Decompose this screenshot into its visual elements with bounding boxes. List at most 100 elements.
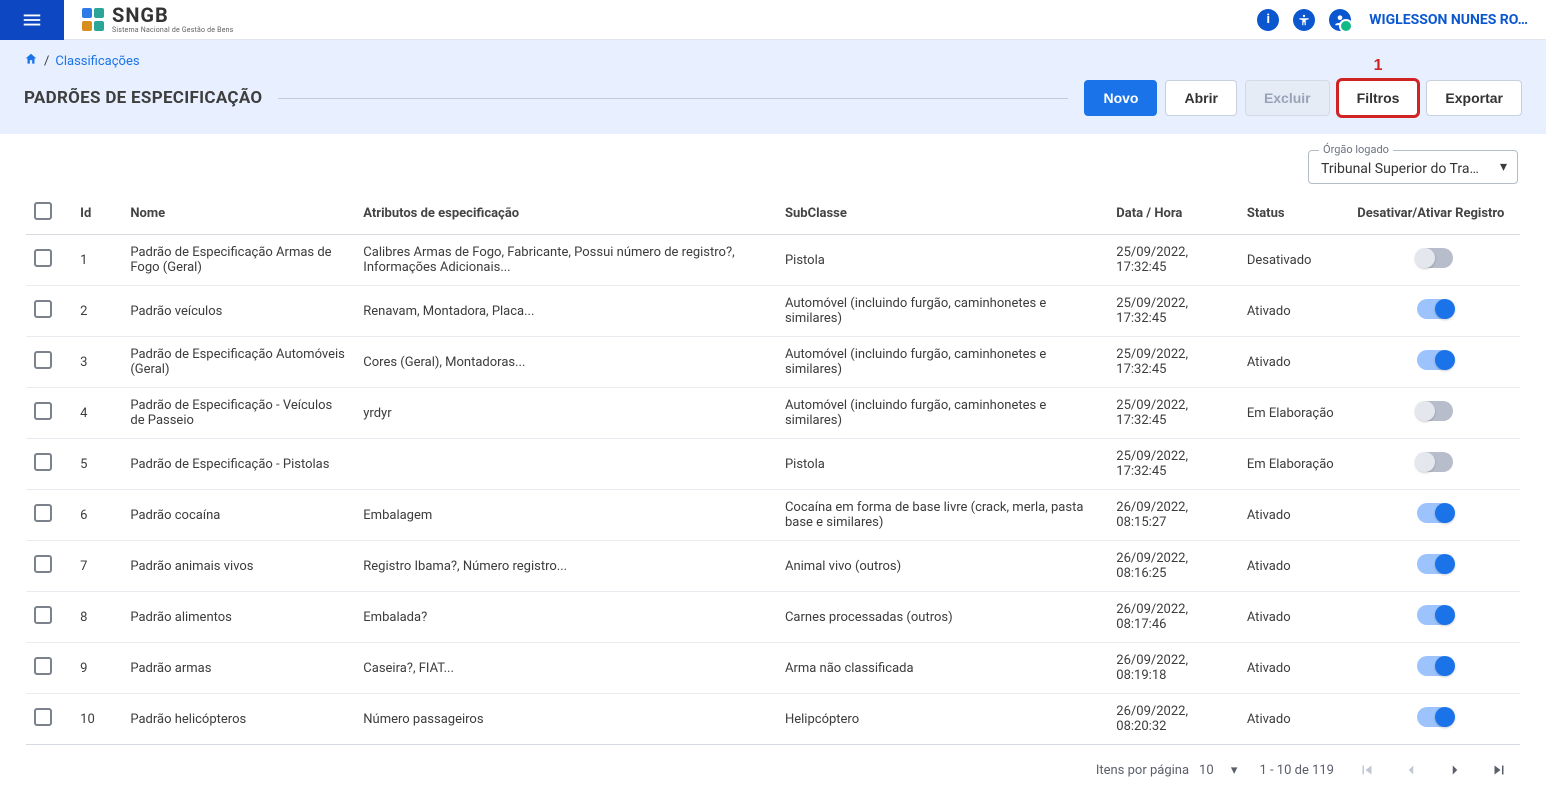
row-checkbox[interactable] <box>34 351 52 369</box>
cell-id: 7 <box>72 541 122 592</box>
per-page-select[interactable]: 10 ▾ <box>1199 763 1237 778</box>
col-id[interactable]: Id <box>72 192 122 235</box>
cell-id: 5 <box>72 439 122 490</box>
pager: Itens por página 10 ▾ 1 - 10 de 119 <box>0 745 1546 795</box>
cell-data: 25/09/2022, 17:32:45 <box>1108 439 1239 490</box>
cell-status: Desativado <box>1239 235 1349 286</box>
row-checkbox[interactable] <box>34 708 52 726</box>
toggle-switch[interactable] <box>1417 248 1453 268</box>
cell-status: Em Elaboração <box>1239 439 1349 490</box>
table-row[interactable]: 2Padrão veículosRenavam, Montadora, Plac… <box>26 286 1520 337</box>
breadcrumb-home[interactable] <box>24 52 38 70</box>
row-checkbox[interactable] <box>34 300 52 318</box>
table-row[interactable]: 8Padrão alimentosEmbalada?Carnes process… <box>26 592 1520 643</box>
row-checkbox[interactable] <box>34 402 52 420</box>
cell-id: 10 <box>72 694 122 745</box>
row-checkbox[interactable] <box>34 249 52 267</box>
cell-nome: Padrão de Especificação - Pistolas <box>122 439 355 490</box>
cell-subclasse: Automóvel (incluindo furgão, caminhonete… <box>777 337 1108 388</box>
toggle-switch[interactable] <box>1417 401 1453 421</box>
cell-id: 9 <box>72 643 122 694</box>
toolbar-band: / Classificações PADRÕES DE ESPECIFICAÇÃ… <box>0 40 1546 134</box>
exportar-button[interactable]: Exportar <box>1426 80 1522 116</box>
filtros-label: Filtros <box>1357 90 1400 106</box>
cell-subclasse: Helipcóptero <box>777 694 1108 745</box>
table-row[interactable]: 1Padrão de Especificação Armas de Fogo (… <box>26 235 1520 286</box>
chevron-down-icon: ▾ <box>1500 159 1507 175</box>
username[interactable]: WIGLESSON NUNES RO… <box>1369 12 1528 28</box>
accessibility-icon[interactable] <box>1293 9 1315 31</box>
cell-data: 26/09/2022, 08:16:25 <box>1108 541 1239 592</box>
hamburger-icon <box>21 9 43 31</box>
abrir-button[interactable]: Abrir <box>1165 80 1236 116</box>
toggle-switch[interactable] <box>1417 656 1453 676</box>
table-row[interactable]: 4Padrão de Especificação - Veículos de P… <box>26 388 1520 439</box>
breadcrumb: / Classificações <box>24 52 1522 70</box>
cell-atributos <box>355 439 777 490</box>
col-data[interactable]: Data / Hora <box>1108 192 1239 235</box>
novo-button[interactable]: Novo <box>1084 80 1157 116</box>
select-all-checkbox[interactable] <box>34 202 52 220</box>
table-row[interactable]: 5Padrão de Especificação - PistolasPisto… <box>26 439 1520 490</box>
table-row[interactable]: 10Padrão helicópterosNúmero passageirosH… <box>26 694 1520 745</box>
cell-id: 6 <box>72 490 122 541</box>
menu-button[interactable] <box>0 0 64 40</box>
next-page-button[interactable] <box>1444 759 1466 781</box>
cell-atributos: yrdyr <box>355 388 777 439</box>
cell-status: Ativado <box>1239 541 1349 592</box>
user-avatar-icon[interactable] <box>1329 9 1351 31</box>
toggle-switch[interactable] <box>1417 299 1453 319</box>
toggle-switch[interactable] <box>1417 605 1453 625</box>
table-row[interactable]: 9Padrão armasCaseira?, FIAT...Arma não c… <box>26 643 1520 694</box>
cell-id: 1 <box>72 235 122 286</box>
orgao-label: Órgão logado <box>1319 143 1393 156</box>
col-atributos[interactable]: Atributos de especificação <box>355 192 777 235</box>
cell-data: 26/09/2022, 08:20:32 <box>1108 694 1239 745</box>
toggle-switch[interactable] <box>1417 707 1453 727</box>
col-subclasse[interactable]: SubClasse <box>777 192 1108 235</box>
cell-data: 25/09/2022, 17:32:45 <box>1108 235 1239 286</box>
info-icon[interactable]: i <box>1257 9 1279 31</box>
cell-nome: Padrão de Especificação Armas de Fogo (G… <box>122 235 355 286</box>
table-row[interactable]: 3Padrão de Especificação Automóveis (Ger… <box>26 337 1520 388</box>
brand: SNGB Sistema Nacional de Gestão de Bens <box>82 5 234 34</box>
col-status[interactable]: Status <box>1239 192 1349 235</box>
chevron-down-icon: ▾ <box>1231 763 1238 778</box>
person-icon <box>1297 13 1311 27</box>
table-row[interactable]: 6Padrão cocaínaEmbalagemCocaína em forma… <box>26 490 1520 541</box>
row-checkbox[interactable] <box>34 504 52 522</box>
cell-nome: Padrão animais vivos <box>122 541 355 592</box>
breadcrumb-classificacoes[interactable]: Classificações <box>55 54 139 69</box>
last-page-button[interactable] <box>1488 759 1510 781</box>
toggle-switch[interactable] <box>1417 554 1453 574</box>
cell-nome: Padrão de Especificação Automóveis (Gera… <box>122 337 355 388</box>
cell-status: Em Elaboração <box>1239 388 1349 439</box>
toggle-switch[interactable] <box>1417 503 1453 523</box>
prev-page-button <box>1400 759 1422 781</box>
toggle-switch[interactable] <box>1417 350 1453 370</box>
orgao-select[interactable]: Órgão logado Tribunal Superior do Tra… ▾ <box>1308 150 1518 184</box>
cell-status: Ativado <box>1239 643 1349 694</box>
brand-subtitle: Sistema Nacional de Gestão de Bens <box>112 27 234 34</box>
row-checkbox[interactable] <box>34 606 52 624</box>
row-checkbox[interactable] <box>34 453 52 471</box>
filtros-button[interactable]: 1 Filtros <box>1338 80 1419 116</box>
row-checkbox[interactable] <box>34 657 52 675</box>
table-row[interactable]: 7Padrão animais vivosRegistro Ibama?, Nú… <box>26 541 1520 592</box>
toggle-switch[interactable] <box>1417 452 1453 472</box>
cell-atributos: Registro Ibama?, Número registro... <box>355 541 777 592</box>
top-icons: i WIGLESSON NUNES RO… <box>1257 9 1528 31</box>
cell-data: 26/09/2022, 08:19:18 <box>1108 643 1239 694</box>
col-nome[interactable]: Nome <box>122 192 355 235</box>
cell-subclasse: Automóvel (incluindo furgão, caminhonete… <box>777 388 1108 439</box>
cell-subclasse: Carnes processadas (outros) <box>777 592 1108 643</box>
cell-subclasse: Automóvel (incluindo furgão, caminhonete… <box>777 286 1108 337</box>
cell-atributos: Caseira?, FIAT... <box>355 643 777 694</box>
row-checkbox[interactable] <box>34 555 52 573</box>
callout-number: 1 <box>1374 57 1383 75</box>
cell-atributos: Cores (Geral), Montadoras... <box>355 337 777 388</box>
cell-data: 25/09/2022, 17:32:45 <box>1108 337 1239 388</box>
cell-atributos: Embalagem <box>355 490 777 541</box>
cell-subclasse: Animal vivo (outros) <box>777 541 1108 592</box>
orgao-value: Tribunal Superior do Tra… <box>1321 161 1483 177</box>
